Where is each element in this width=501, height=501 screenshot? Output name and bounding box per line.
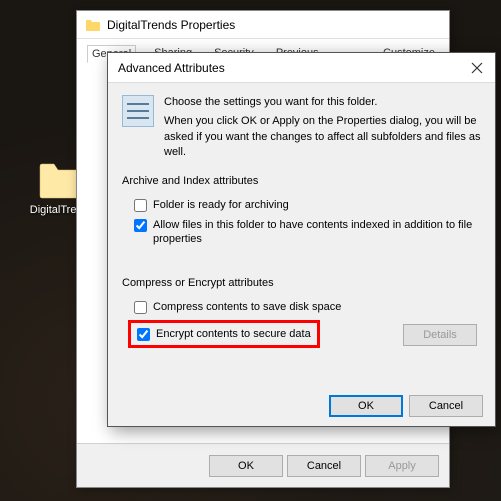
cancel-button[interactable]: Cancel [409, 395, 483, 417]
compress-checkbox[interactable] [134, 301, 147, 314]
folder-icon [85, 18, 101, 32]
indexing-checkbox[interactable] [134, 219, 147, 232]
properties-title: DigitalTrends Properties [107, 18, 235, 32]
details-button[interactable]: Details [403, 324, 477, 346]
advanced-body: Choose the settings you want for this fo… [108, 83, 495, 358]
encrypt-checkbox[interactable] [137, 328, 150, 341]
ok-button[interactable]: OK [329, 395, 403, 417]
archive-checkbox[interactable] [134, 199, 147, 212]
properties-titlebar: DigitalTrends Properties [77, 11, 449, 39]
apply-button[interactable]: Apply [365, 455, 439, 477]
info-line-2: When you click OK or Apply on the Proper… [164, 114, 481, 160]
archive-label: Folder is ready for archiving [153, 198, 289, 212]
ok-button[interactable]: OK [209, 455, 283, 477]
indexing-label: Allow files in this folder to have conte… [153, 218, 481, 247]
group-compress-label: Compress or Encrypt attributes [122, 277, 481, 289]
advanced-title: Advanced Attributes [118, 61, 225, 75]
compress-label: Compress contents to save disk space [153, 300, 341, 314]
close-icon[interactable] [469, 60, 485, 76]
advanced-footer: OK Cancel [108, 386, 495, 426]
advanced-titlebar: Advanced Attributes [108, 53, 495, 83]
encrypt-highlight: Encrypt contents to secure data [128, 320, 320, 348]
group-archive-label: Archive and Index attributes [122, 175, 481, 187]
settings-list-icon [122, 95, 154, 127]
info-line-1: Choose the settings you want for this fo… [164, 95, 481, 110]
cancel-button[interactable]: Cancel [287, 455, 361, 477]
properties-footer: OK Cancel Apply [77, 443, 449, 487]
advanced-attributes-dialog: Advanced Attributes Choose the settings … [107, 52, 496, 427]
encrypt-label: Encrypt contents to secure data [156, 327, 311, 341]
